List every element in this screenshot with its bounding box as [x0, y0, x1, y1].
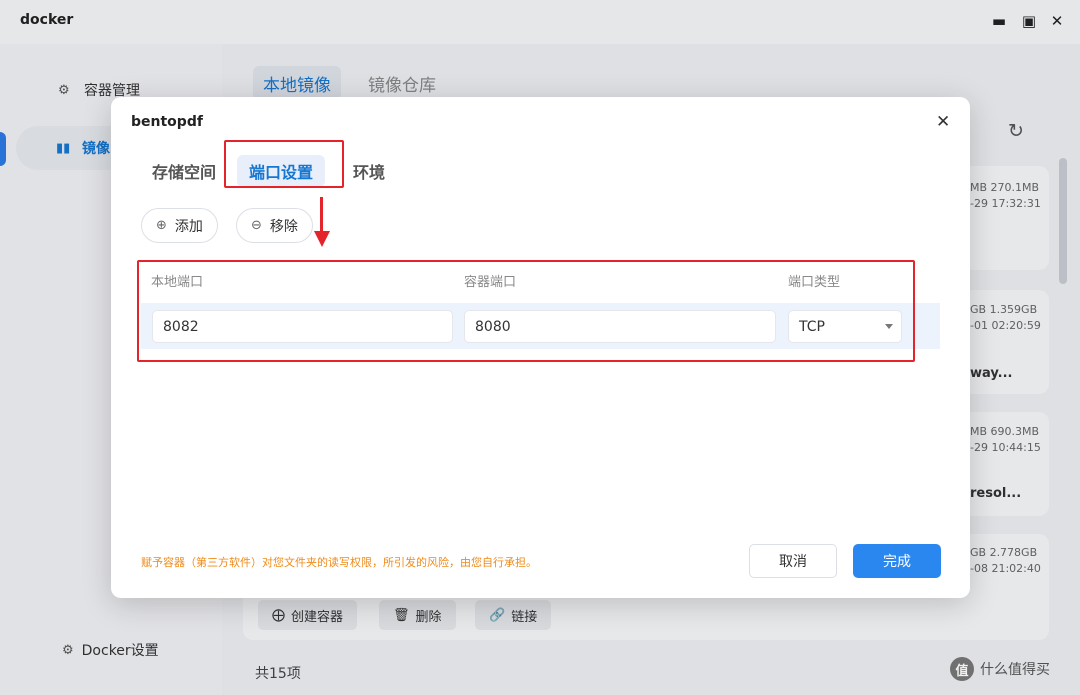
- dialog-title: bentopdf: [131, 114, 203, 130]
- cancel-button[interactable]: 取消: [749, 544, 837, 578]
- remove-label: 移除: [269, 218, 298, 235]
- annotation-box-table: [137, 260, 915, 362]
- remove-port-button[interactable]: ⊖ 移除: [236, 208, 313, 243]
- add-label: 添加: [174, 218, 203, 235]
- tab-storage[interactable]: 存储空间: [152, 155, 216, 187]
- annotation-arrow-head: [314, 231, 330, 247]
- annotation-arrow: [320, 197, 323, 235]
- risk-warning: 赋予容器（第三方软件）对您文件夹的读写权限，所引发的风险，由您自行承担。: [141, 556, 537, 569]
- port-settings-dialog: bentopdf ✕ 存储空间 端口设置 环境 ⊕ 添加 ⊖ 移除 本地端口 容…: [111, 97, 970, 598]
- tab-environment[interactable]: 环境: [353, 155, 385, 187]
- plus-circle-icon: ⊕: [156, 218, 167, 233]
- close-icon[interactable]: ✕: [936, 112, 950, 132]
- done-button[interactable]: 完成: [853, 544, 941, 578]
- add-port-button[interactable]: ⊕ 添加: [141, 208, 218, 243]
- annotation-box-tab: [224, 140, 344, 188]
- minus-circle-icon: ⊖: [251, 218, 262, 233]
